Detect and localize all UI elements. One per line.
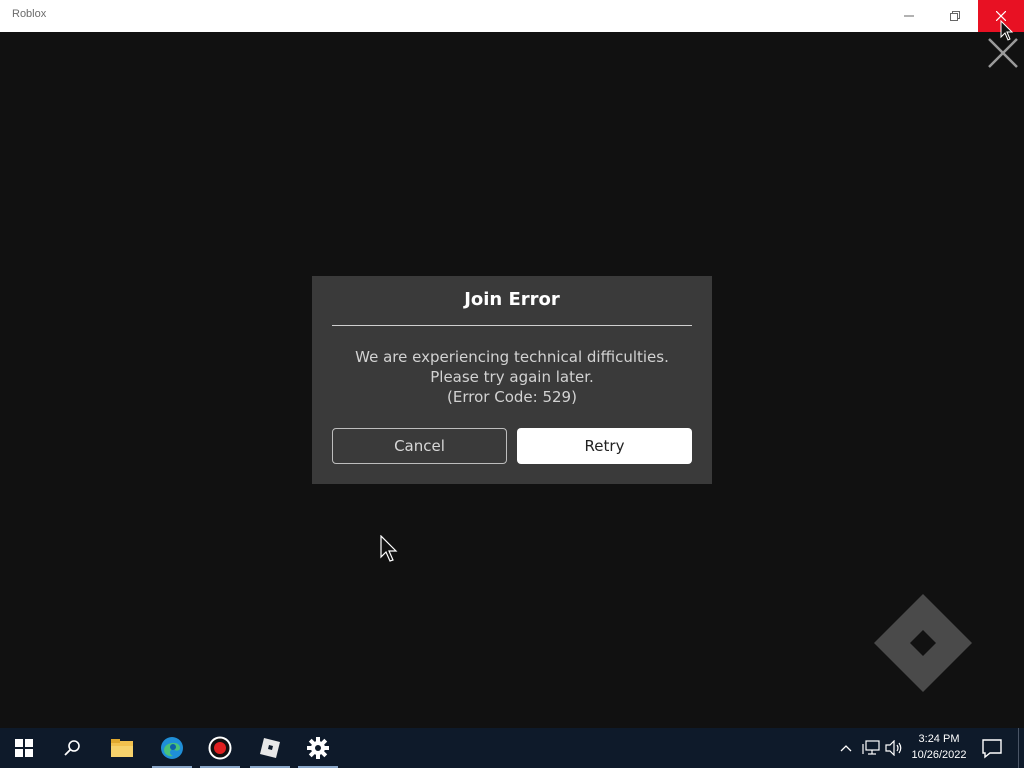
window-title: Roblox (12, 8, 47, 20)
clock-date: 10/26/2022 (911, 749, 967, 761)
taskbar-file-explorer[interactable] (98, 728, 146, 768)
dialog-message: We are experiencing technical difficulti… (355, 348, 669, 386)
cancel-button[interactable]: Cancel (332, 428, 507, 464)
network-tray-button[interactable] (860, 738, 882, 758)
volume-tray-button[interactable] (884, 738, 904, 758)
dialog-divider (332, 325, 692, 326)
chevron-up-icon (840, 745, 852, 752)
taskbar-roblox[interactable] (246, 728, 294, 768)
show-desktop-button[interactable] (1018, 728, 1019, 768)
edge-icon (161, 737, 183, 759)
minimize-button[interactable] (886, 0, 932, 32)
search-button[interactable] (48, 728, 96, 768)
record-icon (208, 736, 232, 760)
windows-start-icon (15, 739, 33, 757)
taskbar: 3:24 PM 10/26/2022 (0, 728, 1024, 768)
network-icon (862, 740, 880, 755)
speaker-icon (885, 740, 902, 756)
start-button[interactable] (0, 728, 48, 768)
file-explorer-icon (111, 739, 133, 757)
clock-time: 3:24 PM (918, 733, 960, 745)
taskbar-settings[interactable] (294, 728, 342, 768)
mouse-cursor-icon (380, 535, 398, 562)
restore-button[interactable] (932, 0, 978, 32)
taskbar-edge[interactable] (148, 728, 196, 768)
notification-icon[interactable] (980, 736, 1004, 760)
search-icon (64, 740, 80, 756)
roblox-icon (260, 738, 280, 758)
error-code: (Error Code: 529) (447, 388, 577, 406)
taskbar-recorder[interactable] (196, 728, 244, 768)
mouse-cursor-icon (1000, 20, 1014, 41)
show-hidden-icons-button[interactable] (838, 738, 854, 758)
settings-gear-icon (307, 737, 329, 759)
dialog-title: Join Error (464, 289, 560, 310)
restore-icon (950, 11, 960, 21)
minimize-icon (904, 15, 914, 17)
join-error-dialog: Join Error We are experiencing technical… (312, 276, 712, 484)
roblox-logo-icon (874, 594, 972, 692)
window-titlebar: Roblox (0, 0, 1024, 32)
taskbar-clock[interactable]: 3:24 PM 10/26/2022 (904, 731, 974, 763)
retry-button[interactable]: Retry (517, 428, 692, 464)
